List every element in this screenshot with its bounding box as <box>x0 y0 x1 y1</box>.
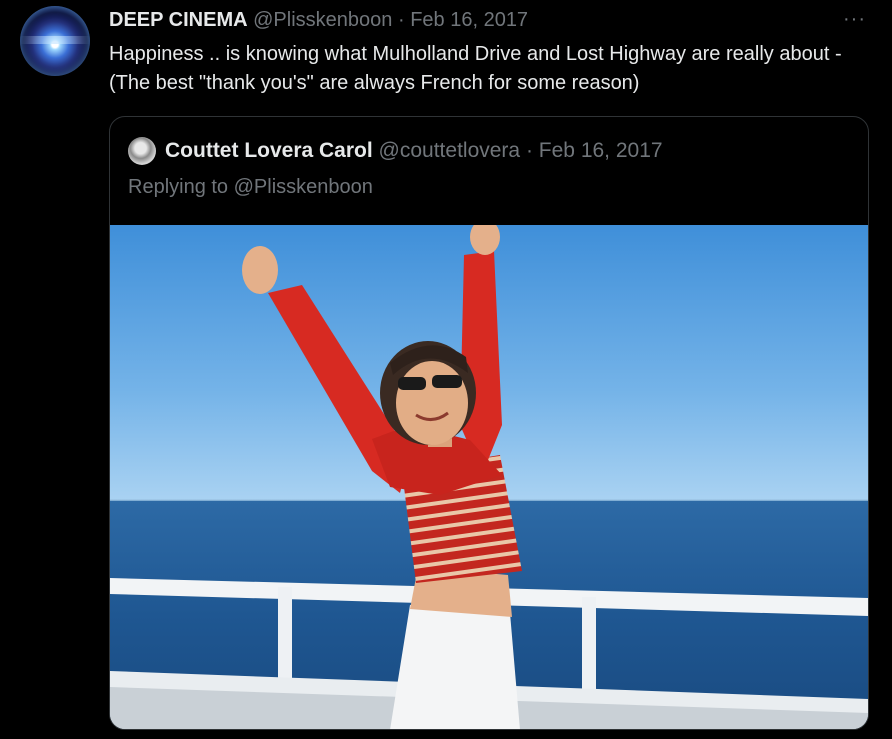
author-name[interactable]: DEEP CINEMA <box>109 9 248 31</box>
quoted-author-avatar <box>128 137 156 165</box>
tweet-date[interactable]: Feb 16, 2017 <box>410 9 528 31</box>
more-options-icon[interactable]: ··· <box>843 8 866 31</box>
author-avatar[interactable] <box>20 6 90 76</box>
tweet-text: Happiness .. is knowing what Mulholland … <box>109 43 842 94</box>
quoted-author-name: Couttet Lovera Carol <box>165 139 373 162</box>
header-separator: · <box>397 9 405 31</box>
author-handle[interactable]: @Plisskenboon <box>253 9 392 31</box>
quoted-tweet[interactable]: Couttet Lovera Carol @couttetlovera · Fe… <box>109 116 869 730</box>
quoted-header: Couttet Lovera Carol @couttetlovera · Fe… <box>165 138 663 164</box>
quoted-separator: · <box>525 139 533 162</box>
tweet-header: DEEP CINEMA @Plisskenboon · Feb 16, 2017 <box>109 8 852 32</box>
quoted-date: Feb 16, 2017 <box>538 139 663 162</box>
quoted-author-handle: @couttetlovera <box>378 139 521 162</box>
quoted-photo[interactable] <box>110 225 868 730</box>
replying-to: Replying to @Plisskenboon <box>128 176 373 198</box>
